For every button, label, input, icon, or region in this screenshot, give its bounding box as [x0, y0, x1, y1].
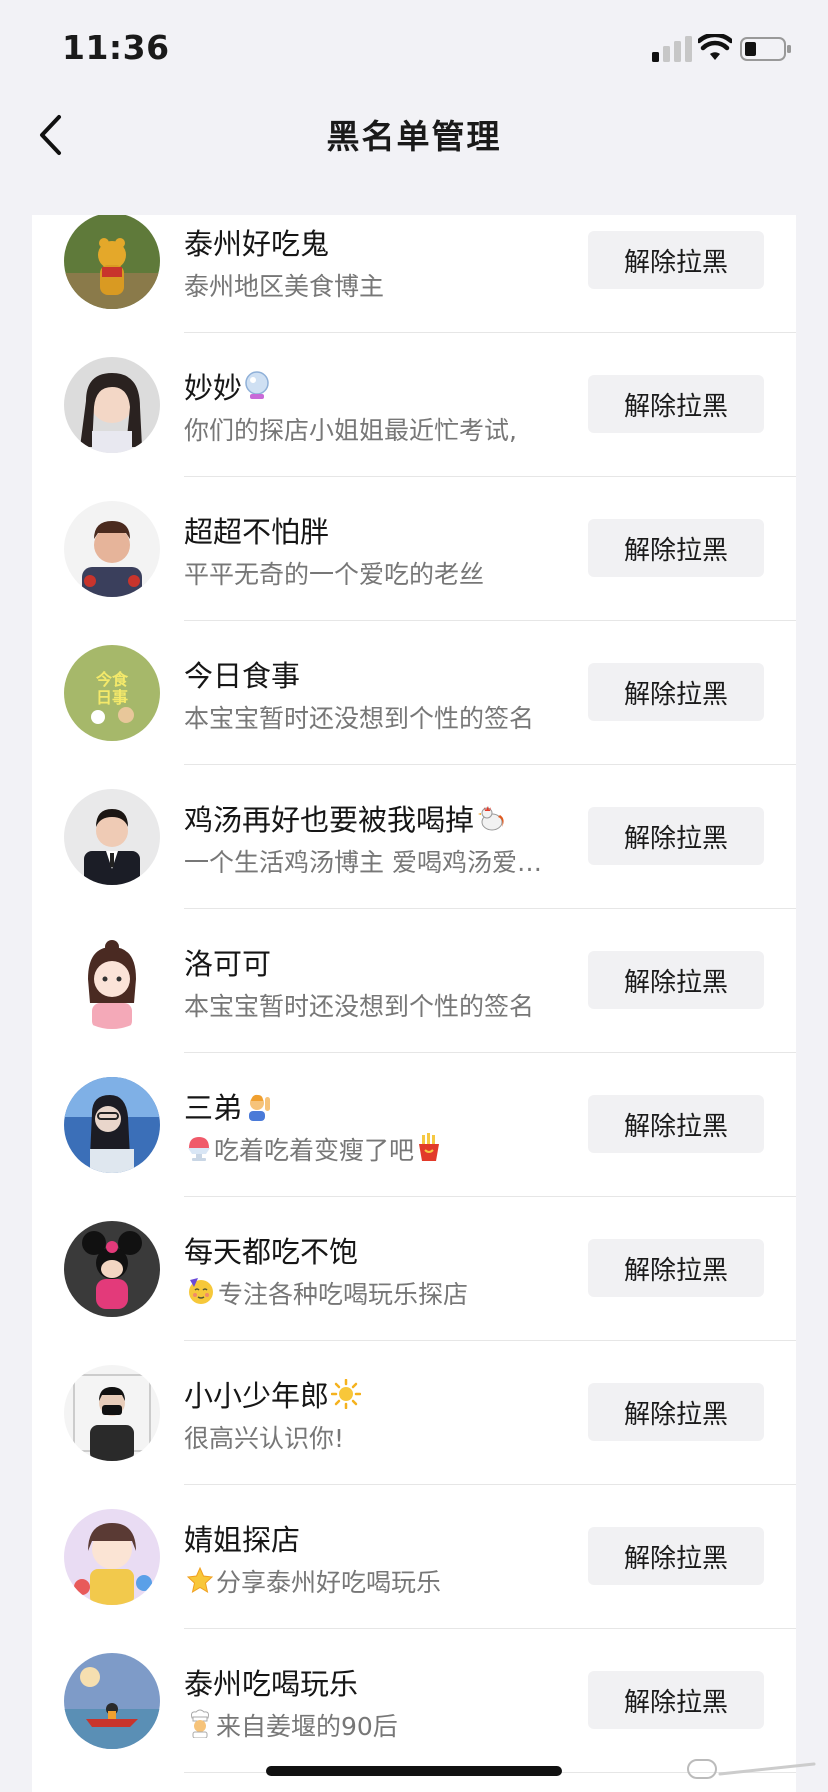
- blocked-users-list[interactable]: 泰州好吃鬼 泰州地区美食博主 解除拉黑 妙妙 你们的探店小姐姐最近忙考试, 解除拉黑 超超不…: [32, 215, 796, 1792]
- user-bio: 泰州地区美食博主: [184, 267, 384, 303]
- status-bar: 11:36: [0, 0, 828, 100]
- avatar[interactable]: [64, 1653, 160, 1749]
- avatar[interactable]: [64, 357, 160, 453]
- blocked-user-row: 三弟吃着吃着变瘦了吧 解除拉黑: [32, 1053, 796, 1197]
- avatar[interactable]: [64, 501, 160, 597]
- partying-face-icon: [189, 1278, 213, 1304]
- avatar[interactable]: [64, 1221, 160, 1317]
- avatar[interactable]: [64, 1077, 160, 1173]
- blocked-user-row: 今食 日事 今日食事 本宝宝暂时还没想到个性的签名 解除拉黑: [32, 621, 796, 765]
- user-bio: 专注各种吃喝玩乐探店: [184, 1275, 468, 1311]
- blocked-user-row: 婧姐探店分享泰州好吃喝玩乐 解除拉黑: [32, 1485, 796, 1629]
- rooster-icon: [478, 806, 504, 831]
- user-name: 每天都吃不饱: [184, 1229, 358, 1271]
- user-name: 妙妙: [184, 365, 272, 407]
- user-bio-text: 泰州地区美食博主: [184, 272, 385, 301]
- avatar[interactable]: 今食 日事: [64, 645, 160, 741]
- user-bio-text: 一个生活鸡汤博主 爱喝鸡汤爱…: [184, 848, 542, 877]
- shaved-ice-icon: [188, 1137, 210, 1161]
- user-bio-text: 很高兴认识你!: [184, 1424, 345, 1453]
- user-name-text: 超超不怕胖: [184, 515, 330, 549]
- avatar[interactable]: [64, 1365, 160, 1461]
- unblock-button[interactable]: 解除拉黑: [588, 1527, 764, 1585]
- blocked-user-row: 小小少年郎很高兴认识你! 解除拉黑: [32, 1341, 796, 1485]
- blocked-user-row: 泰州好吃鬼泰州地区美食博主 解除拉黑: [32, 215, 796, 333]
- unblock-button[interactable]: 解除拉黑: [588, 807, 764, 865]
- blocked-user-row: 妙妙你们的探店小姐姐最近忙考试, 解除拉黑: [32, 333, 796, 477]
- battery-icon: [740, 37, 791, 61]
- blocked-user-row: 洛可可本宝宝暂时还没想到个性的签名 解除拉黑: [32, 909, 796, 1053]
- svg-text:日事: 日事: [96, 688, 128, 707]
- sun-icon: [331, 1379, 362, 1409]
- user-name-text: 小小少年郎: [184, 1379, 330, 1413]
- unblock-button[interactable]: 解除拉黑: [588, 1095, 764, 1153]
- navigation-bar: 黑名单管理: [0, 100, 828, 210]
- unblock-button[interactable]: 解除拉黑: [588, 1671, 764, 1729]
- user-name: 鸡汤再好也要被我喝掉: [184, 797, 508, 839]
- blocked-user-row: 泰州吃喝玩乐来自姜堰的90后 解除拉黑: [32, 1629, 796, 1773]
- french-fries-icon: [419, 1133, 440, 1161]
- user-bio-text: 专注各种吃喝玩乐探店: [218, 1280, 469, 1309]
- user-name-text: 婧姐探店: [184, 1523, 301, 1557]
- glowing-star-icon: [186, 1566, 214, 1594]
- wifi-icon: [698, 34, 732, 60]
- user-name-text: 三弟: [184, 1091, 243, 1125]
- user-name-text: 今日食事: [184, 659, 301, 693]
- user-bio: 一个生活鸡汤博主 爱喝鸡汤爱…: [184, 843, 542, 879]
- user-bio: 平平无奇的一个爱吃的老丝: [184, 555, 484, 591]
- person-raising-hand-icon: [249, 1094, 271, 1121]
- user-bio: 分享泰州好吃喝玩乐: [184, 1563, 441, 1599]
- watermark-logo-icon: [687, 1759, 816, 1779]
- user-bio-text: 分享泰州好吃喝玩乐: [216, 1568, 442, 1597]
- cellular-signal-icon: [652, 36, 692, 62]
- user-name: 泰州好吃鬼: [184, 221, 329, 263]
- status-time: 11:36: [62, 28, 170, 67]
- user-bio-text: 本宝宝暂时还没想到个性的签名: [184, 992, 535, 1021]
- user-name: 婧姐探店: [184, 1517, 300, 1559]
- user-name: 今日食事: [184, 653, 300, 695]
- user-name: 小小少年郎: [184, 1373, 363, 1415]
- unblock-button[interactable]: 解除拉黑: [588, 663, 764, 721]
- avatar[interactable]: [64, 789, 160, 885]
- blocked-user-row: 鸡汤再好也要被我喝掉一个生活鸡汤博主 爱喝鸡汤爱… 解除拉黑: [32, 765, 796, 909]
- user-bio-text: 吃着吃着变瘦了吧: [214, 1136, 415, 1165]
- home-indicator: [266, 1766, 562, 1776]
- unblock-button[interactable]: 解除拉黑: [588, 951, 764, 1009]
- avatar[interactable]: [64, 1509, 160, 1605]
- unblock-button[interactable]: 解除拉黑: [588, 231, 764, 289]
- user-bio-text: 你们的探店小姐姐最近忙考试,: [184, 416, 517, 445]
- user-bio: 吃着吃着变瘦了吧: [184, 1131, 444, 1167]
- user-bio: 本宝宝暂时还没想到个性的签名: [184, 699, 534, 735]
- user-bio-text: 本宝宝暂时还没想到个性的签名: [184, 704, 535, 733]
- svg-text:今食: 今食: [95, 670, 129, 689]
- blocked-user-row: 超超不怕胖平平无奇的一个爱吃的老丝 解除拉黑: [32, 477, 796, 621]
- user-name-text: 泰州好吃鬼: [184, 227, 330, 261]
- user-bio: 本宝宝暂时还没想到个性的签名: [184, 987, 534, 1023]
- user-name-text: 洛可可: [184, 947, 272, 981]
- user-name: 三弟: [184, 1085, 276, 1127]
- user-name-text: 泰州吃喝玩乐: [184, 1667, 359, 1701]
- user-name-text: 妙妙: [184, 371, 243, 405]
- blocked-user-row: 每天都吃不饱专注各种吃喝玩乐探店 解除拉黑: [32, 1197, 796, 1341]
- user-name: 泰州吃喝玩乐: [184, 1661, 358, 1703]
- chef-icon: [191, 1709, 209, 1738]
- user-name: 超超不怕胖: [184, 509, 329, 551]
- user-bio-text: 平平无奇的一个爱吃的老丝: [184, 560, 485, 589]
- unblock-button[interactable]: 解除拉黑: [588, 1383, 764, 1441]
- avatar[interactable]: [64, 215, 160, 309]
- page-title: 黑名单管理: [326, 117, 502, 156]
- user-bio: 很高兴认识你!: [184, 1419, 344, 1455]
- unblock-button[interactable]: 解除拉黑: [588, 519, 764, 577]
- avatar[interactable]: [64, 933, 160, 1029]
- unblock-button[interactable]: 解除拉黑: [588, 375, 764, 433]
- user-bio: 来自姜堰的90后: [184, 1707, 398, 1743]
- user-bio: 你们的探店小姐姐最近忙考试,: [184, 411, 517, 447]
- crystal-ball-icon: [245, 371, 269, 399]
- user-name: 洛可可: [184, 941, 271, 983]
- unblock-button[interactable]: 解除拉黑: [588, 1239, 764, 1297]
- user-name-text: 每天都吃不饱: [184, 1235, 359, 1269]
- user-bio-text: 来自姜堰的90后: [216, 1712, 398, 1741]
- user-name-text: 鸡汤再好也要被我喝掉: [184, 803, 475, 837]
